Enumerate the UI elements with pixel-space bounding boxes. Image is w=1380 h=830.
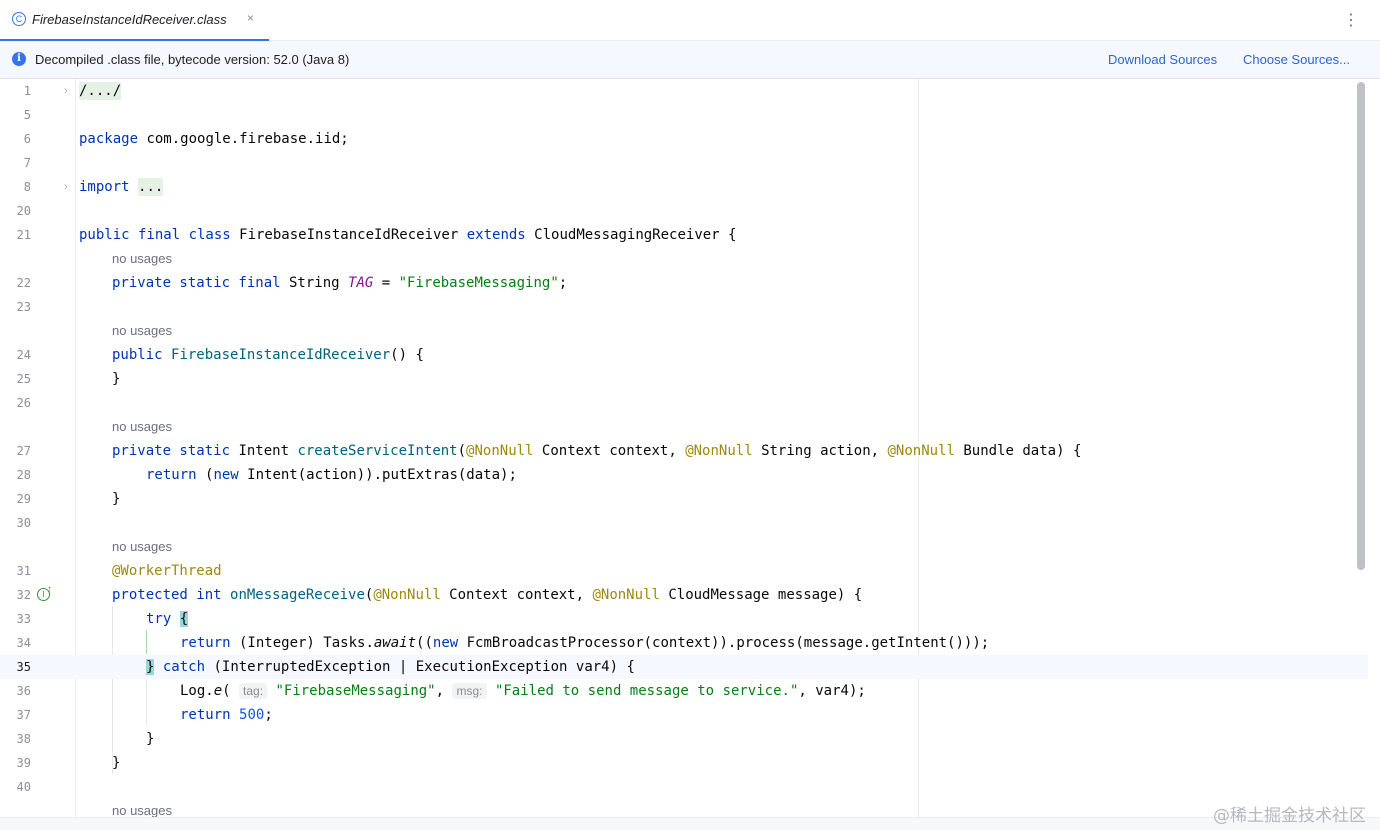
code-line: 36 Log.e( tag: "FirebaseMessaging", msg:… [0,679,1368,703]
code-line: 30 [0,511,1368,535]
implements-up-icon[interactable]: ↑ [47,583,52,597]
line-number: 31 [16,564,31,578]
line-number: 5 [23,108,31,122]
code-line: 31 @WorkerThread [0,559,1368,583]
constructor-declaration: public FirebaseInstanceIdReceiver() { [112,347,424,363]
line-number: 30 [16,516,31,530]
line-number: 33 [16,612,31,626]
code-line: 21 public final class FirebaseInstanceId… [0,223,1368,247]
matched-brace: { [179,611,189,627]
on-message-receive-declaration: protected int onMessageReceive(@NonNull … [112,587,863,603]
line-number: 6 [23,132,31,146]
code-line: 38 } [0,727,1368,751]
horizontal-scroll-area[interactable] [0,817,1380,830]
code-line: 40 [0,775,1368,799]
code-line: 20 [0,199,1368,223]
code-line: 32 I ↑ protected int onMessageReceive(@N… [0,583,1368,607]
line-number: 35 [16,660,31,674]
class-c-icon: C [12,12,26,26]
tag-field: private static final String TAG = "Fireb… [112,275,568,291]
line-number: 1 [23,84,31,98]
code-line-current: 35 } catch (InterruptedException | Execu… [0,655,1368,679]
line-number: 22 [16,276,31,290]
create-service-intent-declaration: private static Intent createServiceInten… [112,443,1082,459]
usages-inlay[interactable]: no usages [112,535,172,559]
code-line: 29 } [0,487,1368,511]
code-line: 1 › /.../ [0,79,1368,103]
code-line: 8 › import ... [0,175,1368,199]
code-editor[interactable]: 1 › /.../ 5 6 package com.google.firebas… [0,79,1380,817]
line-number: 39 [16,756,31,770]
code-line: 5 [0,103,1368,127]
tab-firebase-instance-id-receiver[interactable]: C FirebaseInstanceIdReceiver.class × [0,0,269,42]
usages-inlay[interactable]: no usages [112,799,172,817]
matched-brace: } [146,659,155,675]
code-line: 24 public FirebaseInstanceIdReceiver() { [0,343,1368,367]
line-number: 28 [16,468,31,482]
param-hint-tag: tag: [239,683,268,699]
info-icon: i [12,52,26,66]
code-line: 28 return (new Intent(action)).putExtras… [0,463,1368,487]
line-number: 37 [16,708,31,722]
code-line: 34 return (Integer) Tasks.await((new Fcm… [0,631,1368,655]
class-declaration: public final class FirebaseInstanceIdRec… [79,227,737,243]
line-number: 25 [16,372,31,386]
code-line: 37 return 500; [0,703,1368,727]
param-hint-msg: msg: [452,683,487,699]
decompiled-banner: i Decompiled .class file, bytecode versi… [0,41,1380,79]
banner-text: Decompiled .class file, bytecode version… [35,52,350,67]
tab-label: FirebaseInstanceIdReceiver.class [32,12,227,27]
code-line: 39 } [0,751,1368,775]
line-number: 23 [16,300,31,314]
line-number: 21 [16,228,31,242]
code-line: 33 try { [0,607,1368,631]
line-number: 34 [16,636,31,650]
close-icon[interactable]: × [247,11,254,25]
line-number: 24 [16,348,31,362]
line-number: 26 [16,396,31,410]
usages-inlay[interactable]: no usages [112,319,172,343]
code-line: 27 private static Intent createServiceIn… [0,439,1368,463]
fold-expand-icon[interactable]: › [64,79,68,103]
line-number: 40 [16,780,31,794]
code-line: 22 private static final String TAG = "Fi… [0,271,1368,295]
editor-tab-bar: C FirebaseInstanceIdReceiver.class × ⋮ [0,0,1380,42]
usages-inlay[interactable]: no usages [112,247,172,271]
line-number: 29 [16,492,31,506]
usages-inlay[interactable]: no usages [112,415,172,439]
package-statement: package com.google.firebase.iid; [79,131,349,147]
line-number: 27 [16,444,31,458]
line-number: 38 [16,732,31,746]
code-line: 6 package com.google.firebase.iid; [0,127,1368,151]
line-number: 7 [23,156,31,170]
folded-comment[interactable]: /.../ [79,82,122,100]
choose-sources-link[interactable]: Choose Sources... [1243,52,1350,67]
code-line: 26 [0,391,1368,415]
line-number: 32 [16,588,31,602]
line-number: 8 [23,180,31,194]
line-number: 20 [16,204,31,218]
download-sources-link[interactable]: Download Sources [1108,52,1217,67]
fold-expand-icon[interactable]: › [64,175,68,199]
code-line: 23 [0,295,1368,319]
code-line: 7 [0,151,1368,175]
code-line: 25 } [0,367,1368,391]
vertical-scrollbar[interactable] [1357,82,1365,570]
import-statement: import ... [79,178,164,196]
worker-thread-annotation: @WorkerThread [112,563,222,579]
folded-imports[interactable]: ... [138,178,164,196]
more-options-icon[interactable]: ⋮ [1343,10,1359,30]
watermark: @稀土掘金技术社区 [1213,806,1366,826]
line-number: 36 [16,684,31,698]
